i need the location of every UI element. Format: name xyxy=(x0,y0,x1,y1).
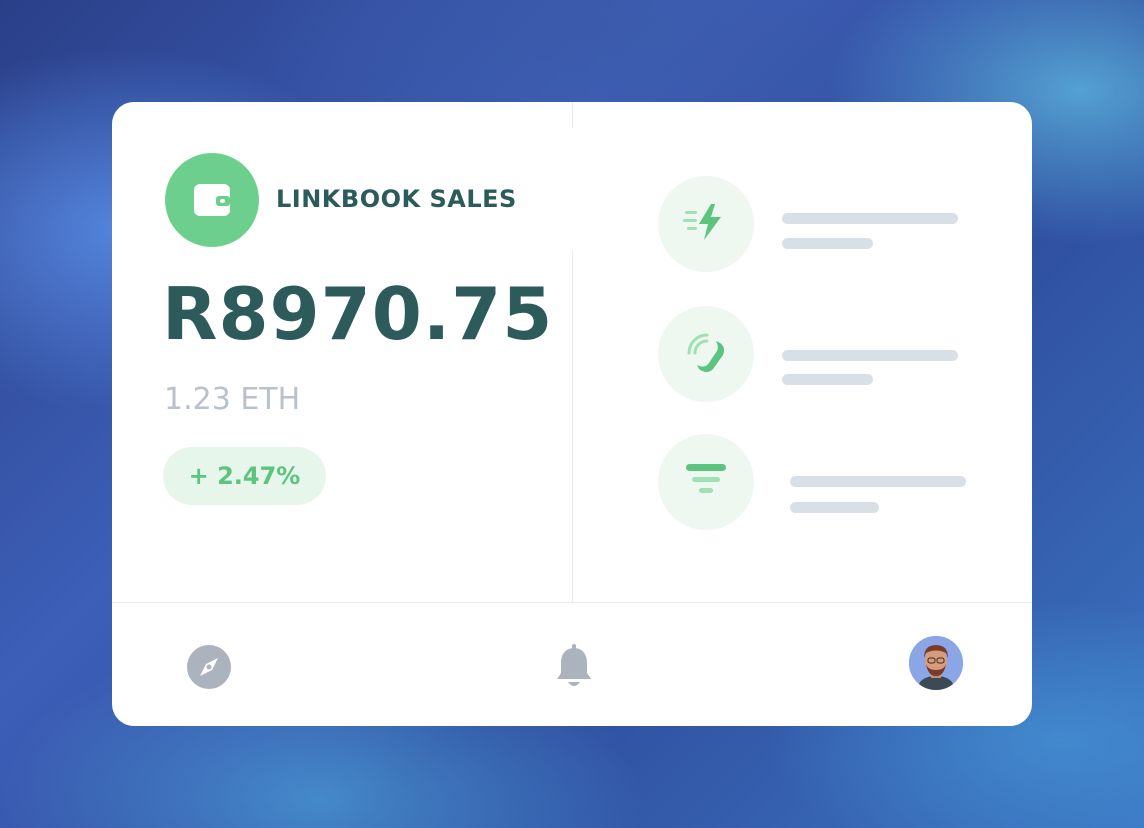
placeholder-line xyxy=(790,476,966,487)
placeholder-line xyxy=(782,374,873,385)
placeholder-line xyxy=(790,502,879,513)
wallet-icon xyxy=(165,153,259,247)
avatar[interactable] xyxy=(909,636,963,690)
action-phone[interactable] xyxy=(658,306,754,402)
widget-title: LINKBOOK SALES xyxy=(276,185,517,213)
bell-icon[interactable] xyxy=(553,644,595,695)
placeholder-line xyxy=(782,238,873,249)
action-lightning[interactable] xyxy=(658,176,754,272)
divider xyxy=(112,602,1032,603)
lightning-icon xyxy=(683,202,729,247)
divider xyxy=(572,250,573,602)
placeholder-line xyxy=(782,350,958,361)
change-badge: + 2.47% xyxy=(163,447,326,505)
sales-card: LINKBOOK SALES R8970.75 1.23 ETH + 2.47% xyxy=(112,102,1032,726)
eth-value: 1.23 ETH xyxy=(164,382,301,417)
divider xyxy=(572,102,573,128)
action-filter[interactable] xyxy=(658,434,754,530)
filter-icon xyxy=(684,460,728,505)
sales-amount: R8970.75 xyxy=(162,272,554,356)
phone-call-icon xyxy=(683,329,729,380)
compass-icon[interactable] xyxy=(186,644,232,695)
placeholder-line xyxy=(782,213,958,224)
